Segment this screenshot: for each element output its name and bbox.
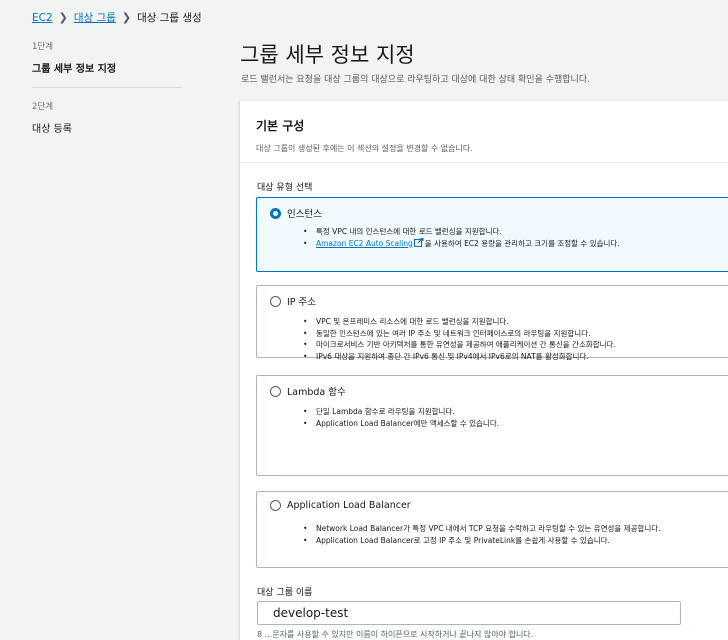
instances-bullets: 특정 VPC 내의 인스턴스에 대한 로드 밸런싱을 지원합니다. Amazon… — [303, 226, 620, 250]
panel-description: 대상 그룹이 생성된 후에는 이 섹션의 설정을 변경할 수 없습니다. — [256, 144, 473, 153]
basic-config-panel: 기본 구성 대상 그룹이 생성된 후에는 이 섹션의 설정을 변경할 수 없습니… — [240, 100, 728, 640]
option-head: IP 주소 — [270, 294, 316, 308]
step-1-title: 그룹 세부 정보 지정 — [32, 64, 117, 75]
list-item: VPC 및 온프레미스 리소스에 대한 로드 밸런싱을 지원합니다. — [303, 316, 616, 328]
chevron-right-icon: ❯ — [58, 11, 68, 24]
lambda-bullets: 단일 Lambda 함수로 라우팅을 지원합니다. Application Lo… — [303, 406, 499, 430]
ip-bullets: VPC 및 온프레미스 리소스에 대한 로드 밸런싱을 지원합니다. 동일한 인… — [303, 316, 616, 363]
step-1-label: 1단계 — [32, 42, 54, 52]
list-item: 동일한 인스턴스에 있는 여러 IP 주소 및 네트워크 인터페이스로의 라우팅… — [303, 328, 616, 340]
list-item: Network Load Balancer가 특정 VPC 내에서 TCP 요청… — [303, 523, 661, 535]
alb-bullets: Network Load Balancer가 특정 VPC 내에서 TCP 요청… — [303, 523, 661, 547]
breadcrumb-target-groups-link[interactable]: 대상 그룹 — [74, 10, 116, 25]
option-title-instances: 인스턴스 — [287, 209, 322, 220]
list-item: Amazon EC2 Auto Scaling 을 사용하여 EC2 용량을 관리… — [303, 237, 620, 250]
option-head: 인스턴스 — [270, 206, 322, 220]
option-title-alb: Application Load Balancer — [287, 500, 411, 511]
target-type-alb-card[interactable]: Application Load Balancer Network Load B… — [256, 491, 728, 568]
panel-header: 기본 구성 대상 그룹이 생성된 후에는 이 섹션의 설정을 변경할 수 없습니… — [240, 101, 728, 163]
list-item: 단일 Lambda 함수로 라우팅을 지원합니다. — [303, 406, 499, 418]
breadcrumb: EC2 ❯ 대상 그룹 ❯ 대상 그룹 생성 — [32, 10, 202, 25]
page-subtitle: 로드 밸런서는 요청을 대상 그룹의 대상으로 라우팅하고 대상에 대한 상태 … — [241, 75, 590, 85]
radio-instances[interactable] — [270, 207, 281, 219]
radio-alb[interactable] — [270, 500, 281, 511]
radio-lambda[interactable] — [270, 385, 281, 397]
option-title-lambda: Lambda 함수 — [287, 387, 346, 398]
step-2-label: 2단계 — [32, 102, 54, 112]
list-item: IPv6 대상을 지원하여 종단 간 IPv6 통신 및 IPv4에서 IPv6… — [303, 351, 616, 363]
target-type-ip-card[interactable]: IP 주소 VPC 및 온프레미스 리소스에 대한 로드 밸런싱을 지원합니다.… — [256, 285, 728, 362]
chevron-right-icon: ❯ — [121, 11, 132, 24]
panel-title: 기본 구성 — [256, 119, 305, 133]
option-head: Application Load Balancer — [270, 500, 411, 511]
radio-ip[interactable] — [270, 295, 281, 307]
auto-scaling-link[interactable]: Amazon EC2 Auto Scaling — [316, 239, 413, 248]
step-2-title[interactable]: 대상 등록 — [32, 120, 182, 135]
target-group-name-value: develop-test — [273, 606, 389, 620]
page-title: 그룹 세부 정보 지정 — [240, 43, 415, 67]
target-type-instances-card[interactable]: 인스턴스 특정 VPC 내의 인스턴스에 대한 로드 밸런싱을 지원합니다. A… — [256, 197, 728, 272]
breadcrumb-current: 대상 그룹 생성 — [137, 12, 202, 24]
wizard-steps: 1단계 그룹 세부 정보 지정 2단계 대상 등록 — [32, 40, 182, 135]
target-group-name-label: 대상 그룹 이름 — [257, 588, 313, 598]
breadcrumb-ec2-link[interactable]: EC2 — [32, 12, 53, 24]
step-divider — [32, 87, 182, 88]
target-type-lambda-card[interactable]: Lambda 함수 단일 Lambda 함수로 라우팅을 지원합니다. Appl… — [256, 375, 728, 476]
option-head: Lambda 함수 — [270, 384, 346, 398]
list-item: Application Load Balancer로 고정 IP 주소 및 Pr… — [303, 535, 661, 547]
target-group-name-input[interactable]: develop-test — [257, 601, 681, 625]
list-item: 특정 VPC 내의 인스턴스에 대한 로드 밸런싱을 지원합니다. — [303, 226, 620, 238]
target-group-name-hint: 8 ...문자를 사용할 수 있지만 이름이 하이픈으로 시작하거나 끝나지 않… — [257, 630, 534, 639]
target-type-label: 대상 유형 선택 — [257, 183, 313, 193]
auto-scaling-rest: 을 사용하여 EC2 용량을 관리하고 크기를 조정할 수 있습니다. — [424, 238, 620, 248]
external-link-icon[interactable] — [413, 237, 424, 247]
list-item: Application Load Balancer에만 액세스할 수 있습니다. — [303, 418, 499, 430]
option-title-ip: IP 주소 — [287, 297, 317, 308]
list-item: 마이크로서비스 기반 아키텍처를 통한 유연성을 제공하여 애플리케이션 간 통… — [303, 339, 616, 351]
